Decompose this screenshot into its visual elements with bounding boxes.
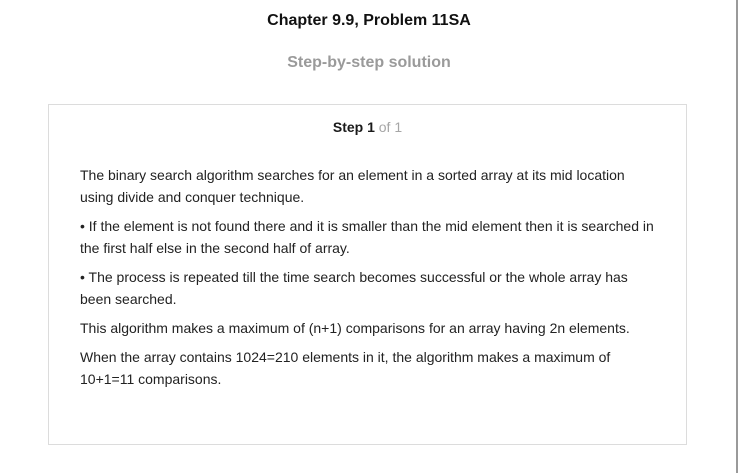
step-count: of 1: [378, 119, 403, 135]
step-label: Step 1: [332, 119, 375, 135]
paragraph-max-comparisons: This algorithm makes a maximum of (n+1) …: [80, 320, 630, 336]
step-header: Step 1 of 1: [49, 119, 686, 135]
solution-step-card: Step 1 of 1 The binary search algorithm …: [48, 104, 687, 445]
step-content: The binary search algorithm searches for…: [80, 164, 660, 397]
paragraph-bullet-2: • The process is repeated till the time …: [80, 269, 628, 307]
solution-subtitle: Step-by-step solution: [287, 54, 451, 71]
paragraph-intro: The binary search algorithm searches for…: [80, 167, 625, 205]
paragraph-bullet-1: • If the element is not found there and …: [80, 218, 654, 256]
paragraph-example: When the array contains 1024=210 element…: [80, 349, 611, 387]
chapter-title: Chapter 9.9, Problem 11SA: [267, 12, 471, 29]
